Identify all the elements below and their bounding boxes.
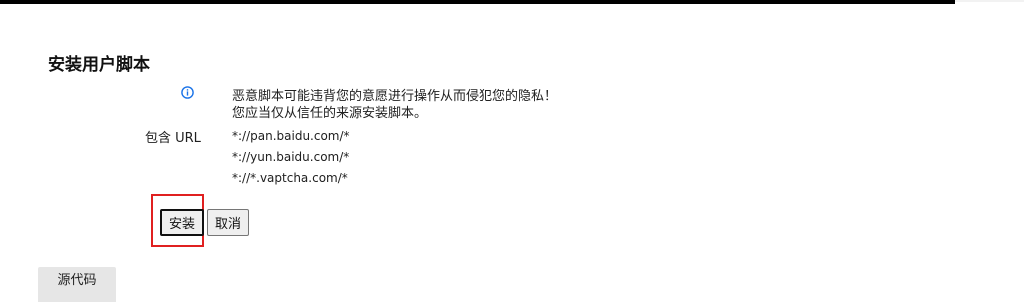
url-item: *://pan.baidu.com/* [232,129,350,143]
top-bar [0,0,955,4]
url-list: *://pan.baidu.com/* *://yun.baidu.com/* … [232,126,350,189]
url-item: *://*.vaptcha.com/* [232,171,348,185]
tab-source-code[interactable]: 源代码 [38,267,116,302]
url-item: *://yun.baidu.com/* [232,150,350,164]
page-title: 安装用户脚本 [48,55,150,75]
top-bar-right [955,0,1024,2]
security-warning: 恶意脚本可能违背您的意愿进行操作从而侵犯您的隐私！ 您应当仅从信任的来源安装脚本… [232,88,557,122]
warning-line-1: 恶意脚本可能违背您的意愿进行操作从而侵犯您的隐私！ [232,89,558,104]
warning-line-2: 您应当仅从信任的来源安装脚本。 [232,106,428,121]
info-icon [181,86,194,99]
cancel-button[interactable]: 取消 [207,209,249,236]
includes-url-label: 包含 URL [145,131,201,146]
install-button[interactable]: 安装 [160,209,204,236]
